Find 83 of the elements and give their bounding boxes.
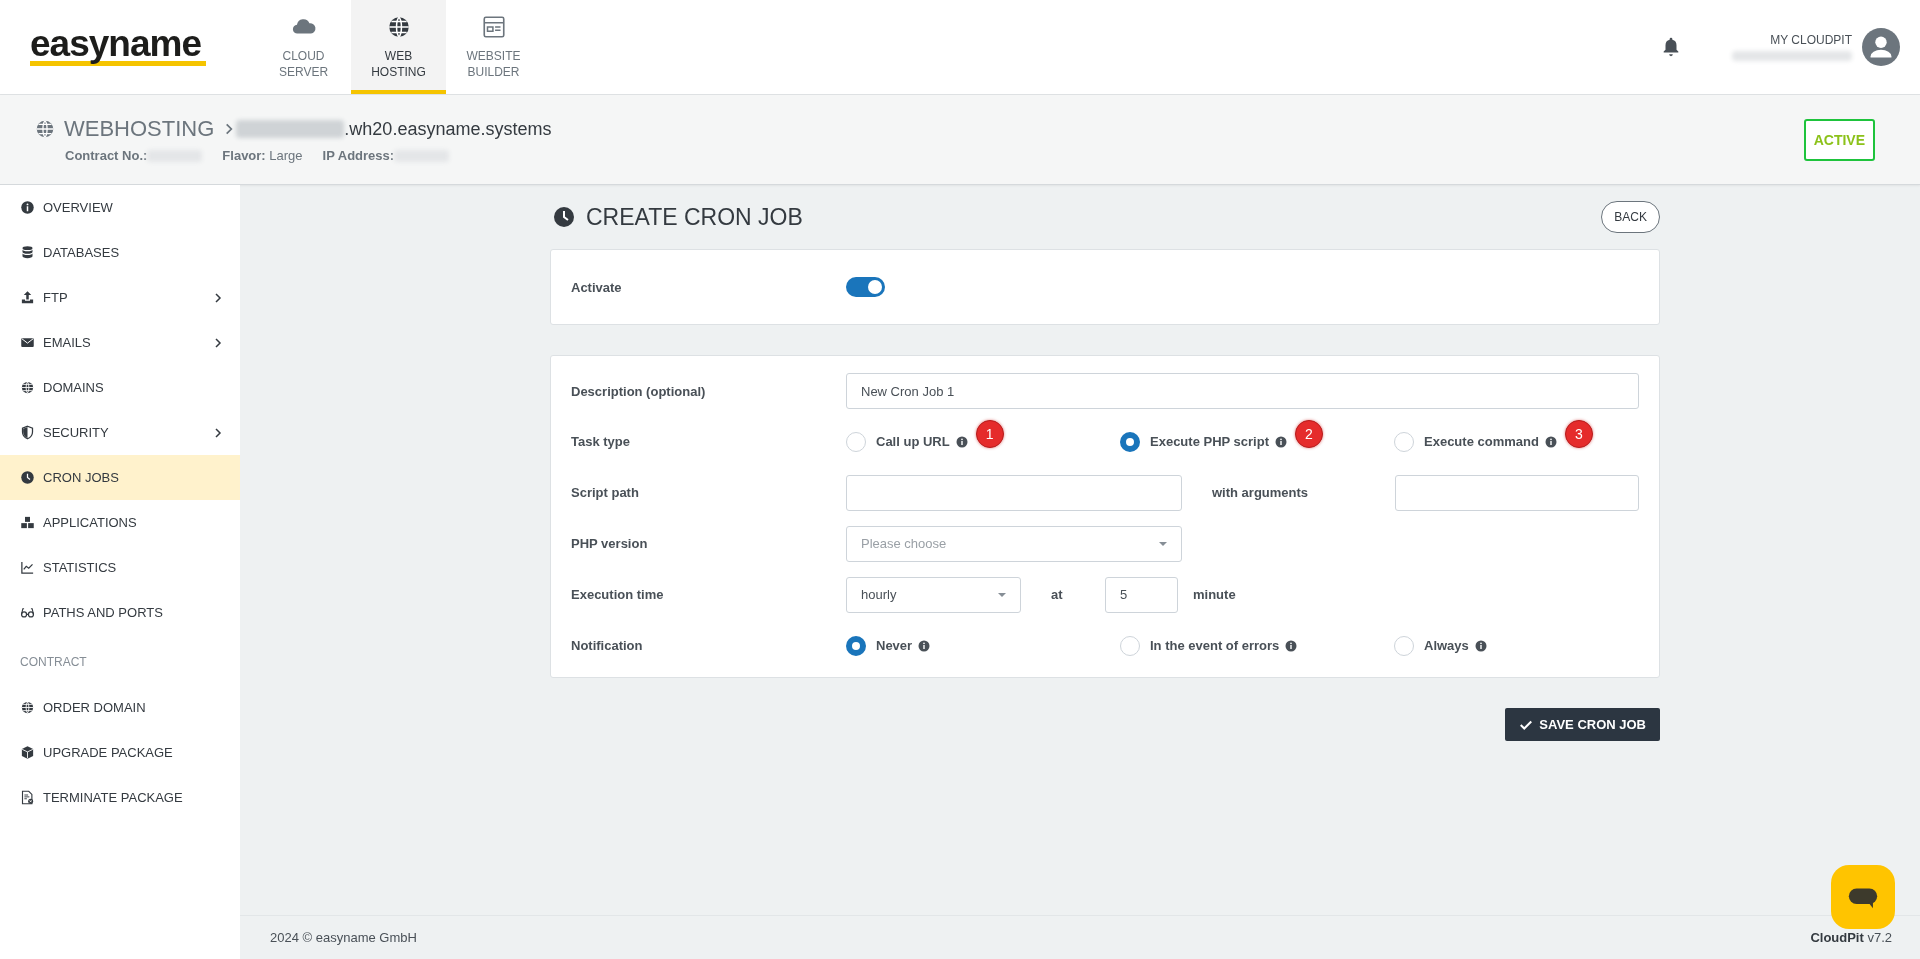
- sidebar-item[interactable]: DATABASES: [0, 230, 240, 275]
- upload-icon: [20, 290, 35, 305]
- brand-name: CloudPit: [1810, 930, 1864, 945]
- sidebar-item[interactable]: EMAILS: [0, 320, 240, 365]
- line-chart-icon: [20, 560, 35, 575]
- info-icon: [1544, 435, 1557, 448]
- toggle-switch[interactable]: [846, 277, 885, 297]
- info-icon: [1474, 639, 1487, 652]
- sidebar-item[interactable]: ORDER DOMAIN: [0, 685, 240, 730]
- sidebar-item[interactable]: OVERVIEW: [0, 185, 240, 230]
- sidebar-item[interactable]: UPGRADE PACKAGE: [0, 730, 240, 775]
- radio-button[interactable]: [1120, 431, 1140, 452]
- field-label: Notification: [571, 638, 644, 653]
- field-label: Description (optional): [571, 383, 707, 399]
- sidebar-item[interactable]: PATHS AND PORTS: [0, 590, 240, 635]
- field-label: Activate: [571, 279, 623, 295]
- radio-button[interactable]: [846, 635, 866, 656]
- option-label[interactable]: Execute PHP script: [1150, 434, 1269, 449]
- select-field[interactable]: hourly: [846, 576, 1021, 613]
- hostname: .wh20.easyname.systems: [344, 118, 552, 140]
- boxes-icon: [20, 515, 35, 530]
- chat-button[interactable]: [1831, 865, 1895, 929]
- option-label[interactable]: Execute command: [1424, 434, 1539, 449]
- product-tab[interactable]: CLOUD SERVER: [256, 0, 351, 94]
- sidebar-item[interactable]: STATISTICS: [0, 545, 240, 590]
- avatar-icon: [1862, 28, 1900, 66]
- option-label[interactable]: Always: [1424, 638, 1469, 653]
- sidebar-item[interactable]: DOMAINS: [0, 365, 240, 410]
- number-badge: 3: [1564, 419, 1593, 448]
- envelope-icon: [20, 335, 35, 350]
- meta-label: Contract No.:: [65, 148, 148, 163]
- info-icon: [918, 639, 931, 652]
- status-badge: ACTIVE: [1803, 118, 1875, 161]
- text-field[interactable]: New Cron Job 1: [846, 373, 1639, 409]
- save-button[interactable]: SAVE CRON JOB: [1505, 708, 1660, 741]
- webpage-icon: [480, 14, 507, 40]
- sidebar-item[interactable]: APPLICATIONS: [0, 500, 240, 545]
- back-button[interactable]: BACK: [1601, 201, 1660, 233]
- meta-label: Flavor:: [222, 148, 266, 163]
- database-icon: [20, 245, 35, 260]
- number-field[interactable]: 5: [1105, 576, 1178, 613]
- sidebar-item[interactable]: CRON JOBS: [0, 455, 240, 500]
- product-tab[interactable]: WEB HOSTING: [351, 0, 446, 94]
- field-label: Execution time: [571, 587, 665, 602]
- info-icon: [955, 435, 968, 448]
- info-icon: [1275, 435, 1287, 448]
- field-label: Script path: [571, 485, 640, 500]
- shield-icon: [20, 425, 35, 440]
- field-label: with arguments: [1211, 485, 1310, 500]
- globe-icon: [34, 118, 56, 140]
- sidebar-item[interactable]: FTP: [0, 275, 240, 320]
- sidebar-item[interactable]: TERMINATE PACKAGE: [0, 775, 240, 820]
- field-label: PHP version: [571, 536, 649, 551]
- sidebar-item[interactable]: SECURITY: [0, 410, 240, 455]
- copyright-text: 2024 © easyname GmbH: [270, 930, 417, 945]
- meta-label: IP Address:: [322, 148, 395, 163]
- option-label[interactable]: Call up URL: [876, 434, 950, 449]
- info-icon: [1285, 639, 1298, 652]
- account-label[interactable]: MY CLOUDPIT: [1770, 33, 1852, 47]
- field-label: Task type: [571, 434, 631, 449]
- info-icon: [20, 200, 35, 215]
- sidebar-heading: CONTRACT: [19, 654, 88, 671]
- text-field[interactable]: [1395, 474, 1639, 511]
- globe-icon: [20, 700, 35, 715]
- clock-icon: [552, 205, 576, 229]
- logo[interactable]: easyname: [30, 28, 206, 66]
- cube-icon: [20, 745, 35, 760]
- field-label: minute: [1192, 587, 1236, 602]
- document-icon: [20, 790, 35, 805]
- number-badge: 1: [975, 419, 1004, 448]
- section-title: WEBHOSTING: [64, 116, 215, 142]
- field-label: at: [1050, 587, 1064, 602]
- number-badge: 2: [1295, 419, 1323, 448]
- meta-value: Large: [268, 148, 303, 163]
- version-text: v7.2: [1866, 930, 1892, 945]
- page-title: CREATE CRON JOB: [586, 203, 804, 231]
- text-field[interactable]: [846, 474, 1182, 511]
- clock-icon: [20, 470, 35, 485]
- globe-icon: [20, 380, 35, 395]
- option-label[interactable]: Never: [876, 638, 913, 653]
- product-tab[interactable]: WEBSITE BUILDER: [446, 0, 541, 94]
- option-label[interactable]: In the event of errors: [1150, 638, 1280, 653]
- glasses-icon: [20, 605, 35, 620]
